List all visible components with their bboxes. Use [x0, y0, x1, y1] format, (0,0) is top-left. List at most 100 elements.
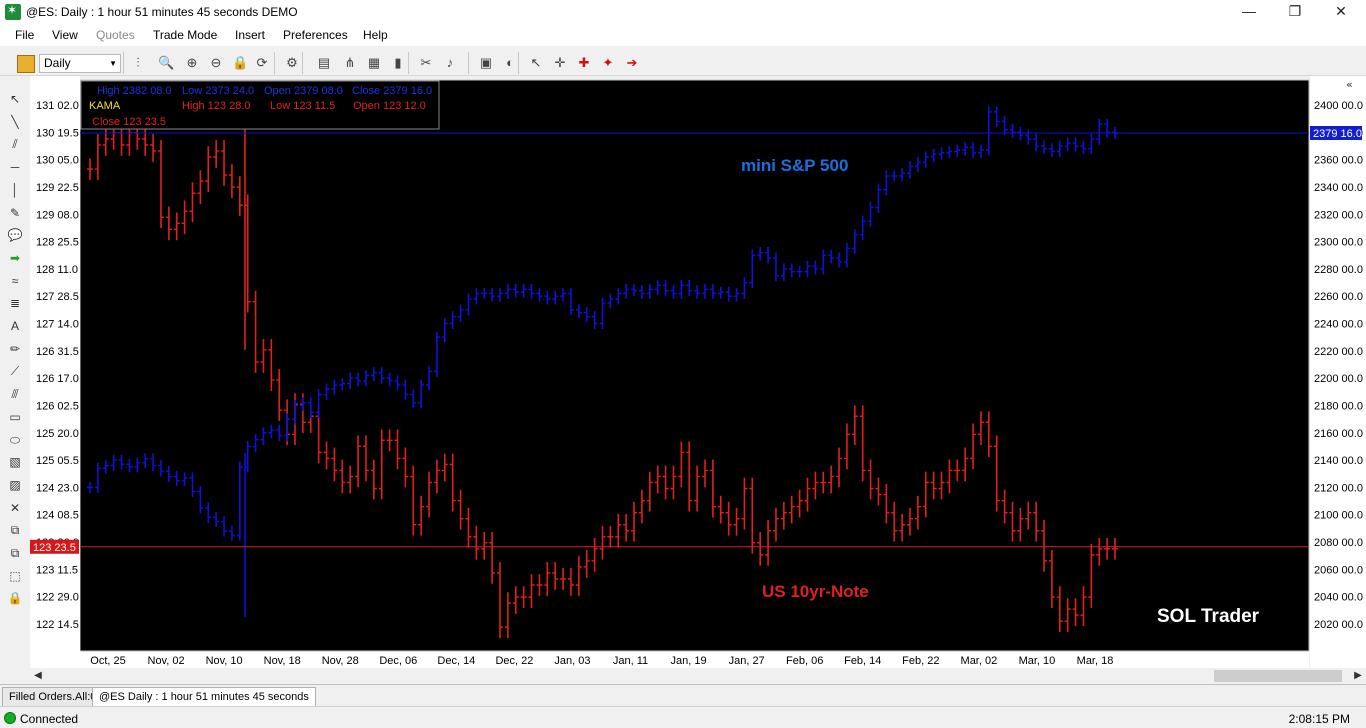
cursor-icon[interactable]: ↖	[6, 90, 24, 108]
x-axis-label: Feb, 06	[786, 655, 823, 667]
restore-button[interactable]: ❐	[1272, 0, 1318, 24]
x-axis-label: Dec, 06	[379, 655, 417, 667]
connection-status: Connected	[20, 712, 79, 726]
parallel-lines-icon[interactable]: ⫽	[6, 135, 24, 153]
close-button[interactable]: ✕	[1318, 0, 1364, 24]
info-sp-close: Close 2379 16.0	[352, 85, 432, 97]
eraser-icon[interactable]: ◐	[502, 55, 518, 71]
arrow-target-icon[interactable]: ➔	[624, 55, 640, 71]
scroll-left-icon[interactable]: ◀	[30, 668, 46, 684]
horizontal-scrollbar[interactable]: ◀ ▶	[30, 668, 1366, 684]
scissors-icon[interactable]: ✂	[418, 55, 434, 71]
timeframe-select[interactable]: Daily ▼	[39, 54, 121, 73]
rectangle-icon[interactable]: ▭	[6, 408, 24, 426]
ellipse-icon[interactable]: ⬭	[6, 431, 24, 449]
paint-icon[interactable]: ▣	[478, 55, 494, 71]
strategy-icon[interactable]: ▮	[390, 55, 406, 71]
right-axis-tick: 2320 00.0	[1314, 209, 1363, 221]
toolbar-separator	[123, 52, 124, 74]
sp-series-label: mini S&P 500	[741, 156, 848, 175]
menu-insert[interactable]: Insert	[235, 28, 265, 42]
copy-icon[interactable]: ⧉	[6, 521, 24, 539]
pencil-icon[interactable]: ✏	[6, 340, 24, 358]
callout-icon[interactable]: 💬	[6, 226, 24, 244]
menu-help[interactable]: Help	[363, 28, 388, 42]
right-axis-tick: 2340 00.0	[1314, 182, 1363, 194]
status-time: 2:08:15 PM	[1288, 712, 1350, 726]
x-axis-label: Nov, 10	[206, 655, 243, 667]
x-axis-label: Mar, 10	[1019, 655, 1056, 667]
x-axis-label: Jan, 19	[671, 655, 707, 667]
horizontal-line-icon[interactable]: ─	[6, 158, 24, 176]
menu-quotes[interactable]: Quotes	[96, 28, 135, 42]
x-axis-label: Feb, 22	[902, 655, 939, 667]
zoom-icon[interactable]: 🔍	[158, 55, 174, 71]
status-bar: Connected 2:08:15 PM	[0, 706, 1366, 728]
wave-icon[interactable]: ≈	[6, 272, 24, 290]
indicator-icon[interactable]: ▦	[366, 55, 382, 71]
menu-view[interactable]: View	[52, 28, 78, 42]
x-axis-label: Jan, 03	[554, 655, 590, 667]
zoom-out-icon[interactable]: ⊖	[208, 55, 224, 71]
image-icon[interactable]: ▨	[6, 476, 24, 494]
minimize-button[interactable]: —	[1226, 0, 1272, 24]
lock-icon[interactable]: 🔒	[232, 55, 248, 71]
tab-es-daily[interactable]: @ES Daily : 1 hour 51 minutes 45 seconds	[92, 687, 316, 707]
trend-icon[interactable]: ⟋	[6, 362, 24, 380]
plot-area[interactable]	[79, 79, 1310, 652]
cursor-icon[interactable]: ↖	[528, 55, 544, 71]
x-axis-label: Mar, 02	[961, 655, 998, 667]
left-axis-tick: 124 23.0	[36, 482, 79, 494]
alert-bell-icon[interactable]: ♪	[442, 55, 458, 71]
menu-trade-mode[interactable]: Trade Mode	[153, 28, 217, 42]
right-axis-tick: 2160 00.0	[1314, 428, 1363, 440]
left-axis-tick: 127 14.0	[36, 319, 79, 331]
price-chart[interactable]: 131 02.0 130 19.5 130 05.0 129 22.5 129 08.0…	[30, 76, 1366, 668]
fib-icon[interactable]: ≣	[6, 294, 24, 312]
target-icon[interactable]: ✦	[600, 55, 616, 71]
menu-file[interactable]: File	[15, 28, 34, 42]
right-axis-tick: 2200 00.0	[1314, 373, 1363, 385]
info-kama-label: KAMA	[89, 100, 121, 112]
scroll-thumb[interactable]	[1214, 670, 1342, 682]
collapse-icon[interactable]: «	[1346, 78, 1353, 91]
title-bar: @ES: Daily : 1 hour 51 minutes 45 second…	[0, 0, 1366, 24]
lock-icon[interactable]: 🔒	[6, 589, 24, 607]
zoom-in-icon[interactable]: ⊕	[184, 55, 200, 71]
x-axis-label: Mar, 18	[1077, 655, 1114, 667]
crosshair-icon[interactable]: ✛	[552, 55, 568, 71]
menu-preferences[interactable]: Preferences	[283, 28, 348, 42]
vertical-line-icon[interactable]: │	[6, 181, 24, 199]
select-area-icon[interactable]: ⬚	[6, 567, 24, 585]
note-icon[interactable]: ✎	[6, 204, 24, 222]
right-axis-tick: 2100 00.0	[1314, 510, 1363, 522]
x-axis-label: Dec, 14	[437, 655, 475, 667]
note-series-label: US 10yr-Note	[762, 582, 869, 601]
bar-style-icon[interactable]: ⫶	[130, 55, 146, 71]
hierarchy-icon[interactable]: ⋔	[342, 55, 358, 71]
paste-icon[interactable]: ⧉	[6, 544, 24, 562]
refresh-icon[interactable]: ⟳	[254, 55, 270, 71]
timeframe-icon[interactable]	[17, 55, 35, 73]
scroll-right-icon[interactable]: ▶	[1350, 668, 1366, 684]
left-axis-tick: 123 11.5	[36, 564, 78, 576]
gallery-icon[interactable]: ▧	[6, 453, 24, 471]
x-axis-label: Nov, 02	[148, 655, 185, 667]
channel-icon[interactable]: ⫻	[6, 385, 24, 403]
text-tool-icon[interactable]: A	[6, 317, 24, 335]
template-icon[interactable]: ▤	[316, 55, 332, 71]
tab-filled-orders[interactable]: Filled Orders.All:0	[2, 687, 104, 707]
info-note-low: Low 123 11.5	[270, 100, 335, 112]
delete-icon[interactable]: ✕	[6, 499, 24, 517]
info-note-close: Close 123 23.5	[92, 116, 166, 128]
left-axis-tick: 124 08.5	[36, 510, 79, 522]
left-axis-tick: 128 25.5	[36, 237, 79, 249]
right-axis-tick: 2260 00.0	[1314, 291, 1363, 303]
chart-settings-icon[interactable]: ⚙	[284, 55, 300, 71]
crosshair-red-icon[interactable]: ✚	[576, 55, 592, 71]
left-axis-tick: 130 19.5	[36, 127, 79, 139]
line-icon[interactable]: ╲	[6, 113, 24, 131]
left-axis-tick: 128 11.0	[36, 264, 78, 276]
arrow-icon[interactable]: ➡	[6, 249, 24, 267]
left-axis-tick: 131 02.0	[36, 100, 79, 112]
